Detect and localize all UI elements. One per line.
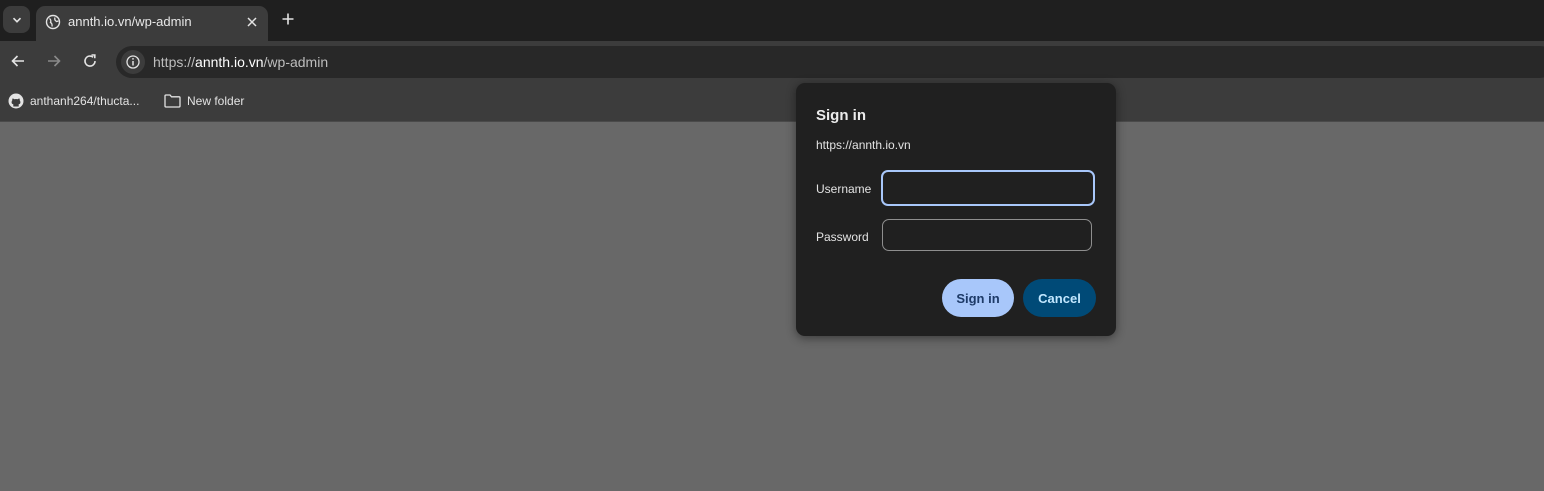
browser-toolbar: https://annth.io.vn/wp-admin [0, 41, 1544, 81]
sign-in-button[interactable]: Sign in [942, 279, 1014, 317]
folder-icon [164, 94, 181, 108]
cancel-button[interactable]: Cancel [1023, 279, 1096, 317]
password-label: Password [816, 230, 869, 244]
back-button[interactable] [8, 51, 28, 71]
bookmark-label: New folder [187, 94, 245, 108]
reload-icon [84, 54, 96, 67]
url-host: annth.io.vn [195, 54, 264, 70]
tab-active[interactable]: annth.io.vn/wp-admin [36, 6, 268, 41]
new-tab-button[interactable] [278, 9, 298, 29]
arrow-left-icon [11, 55, 24, 67]
arrow-right-icon [48, 55, 61, 67]
info-icon [126, 55, 140, 69]
bookmark-folder[interactable]: New folder [164, 92, 244, 110]
url-path: /wp-admin [263, 54, 329, 70]
plus-icon [282, 13, 294, 25]
site-info-button[interactable] [121, 50, 145, 74]
github-icon [8, 93, 24, 109]
globe-icon [45, 14, 61, 30]
address-url: https://annth.io.vn/wp-admin [153, 54, 328, 70]
bookmark-label: anthanh264/thucta... [30, 94, 140, 108]
dialog-origin: https://annth.io.vn [816, 138, 911, 152]
tab-strip: annth.io.vn/wp-admin [0, 0, 1544, 41]
password-input[interactable] [882, 219, 1092, 251]
sign-in-dialog: Sign in https://annth.io.vn Username Pas… [796, 83, 1116, 336]
close-tab-button[interactable] [243, 13, 261, 31]
username-input[interactable] [881, 170, 1095, 206]
tab-title: annth.io.vn/wp-admin [68, 14, 192, 29]
bookmarks-bar: anthanh264/thucta... New folder [0, 81, 1544, 122]
forward-button[interactable] [44, 51, 64, 71]
chevron-down-icon [12, 17, 21, 23]
reload-button[interactable] [80, 51, 100, 71]
url-scheme: https:// [153, 54, 196, 70]
dialog-title: Sign in [816, 107, 866, 124]
close-icon [247, 17, 257, 27]
tab-search-button[interactable] [3, 6, 30, 33]
address-bar[interactable]: https://annth.io.vn/wp-admin [116, 46, 1544, 78]
bookmark-github[interactable]: anthanh264/thucta... [8, 92, 139, 110]
username-label: Username [816, 182, 872, 196]
